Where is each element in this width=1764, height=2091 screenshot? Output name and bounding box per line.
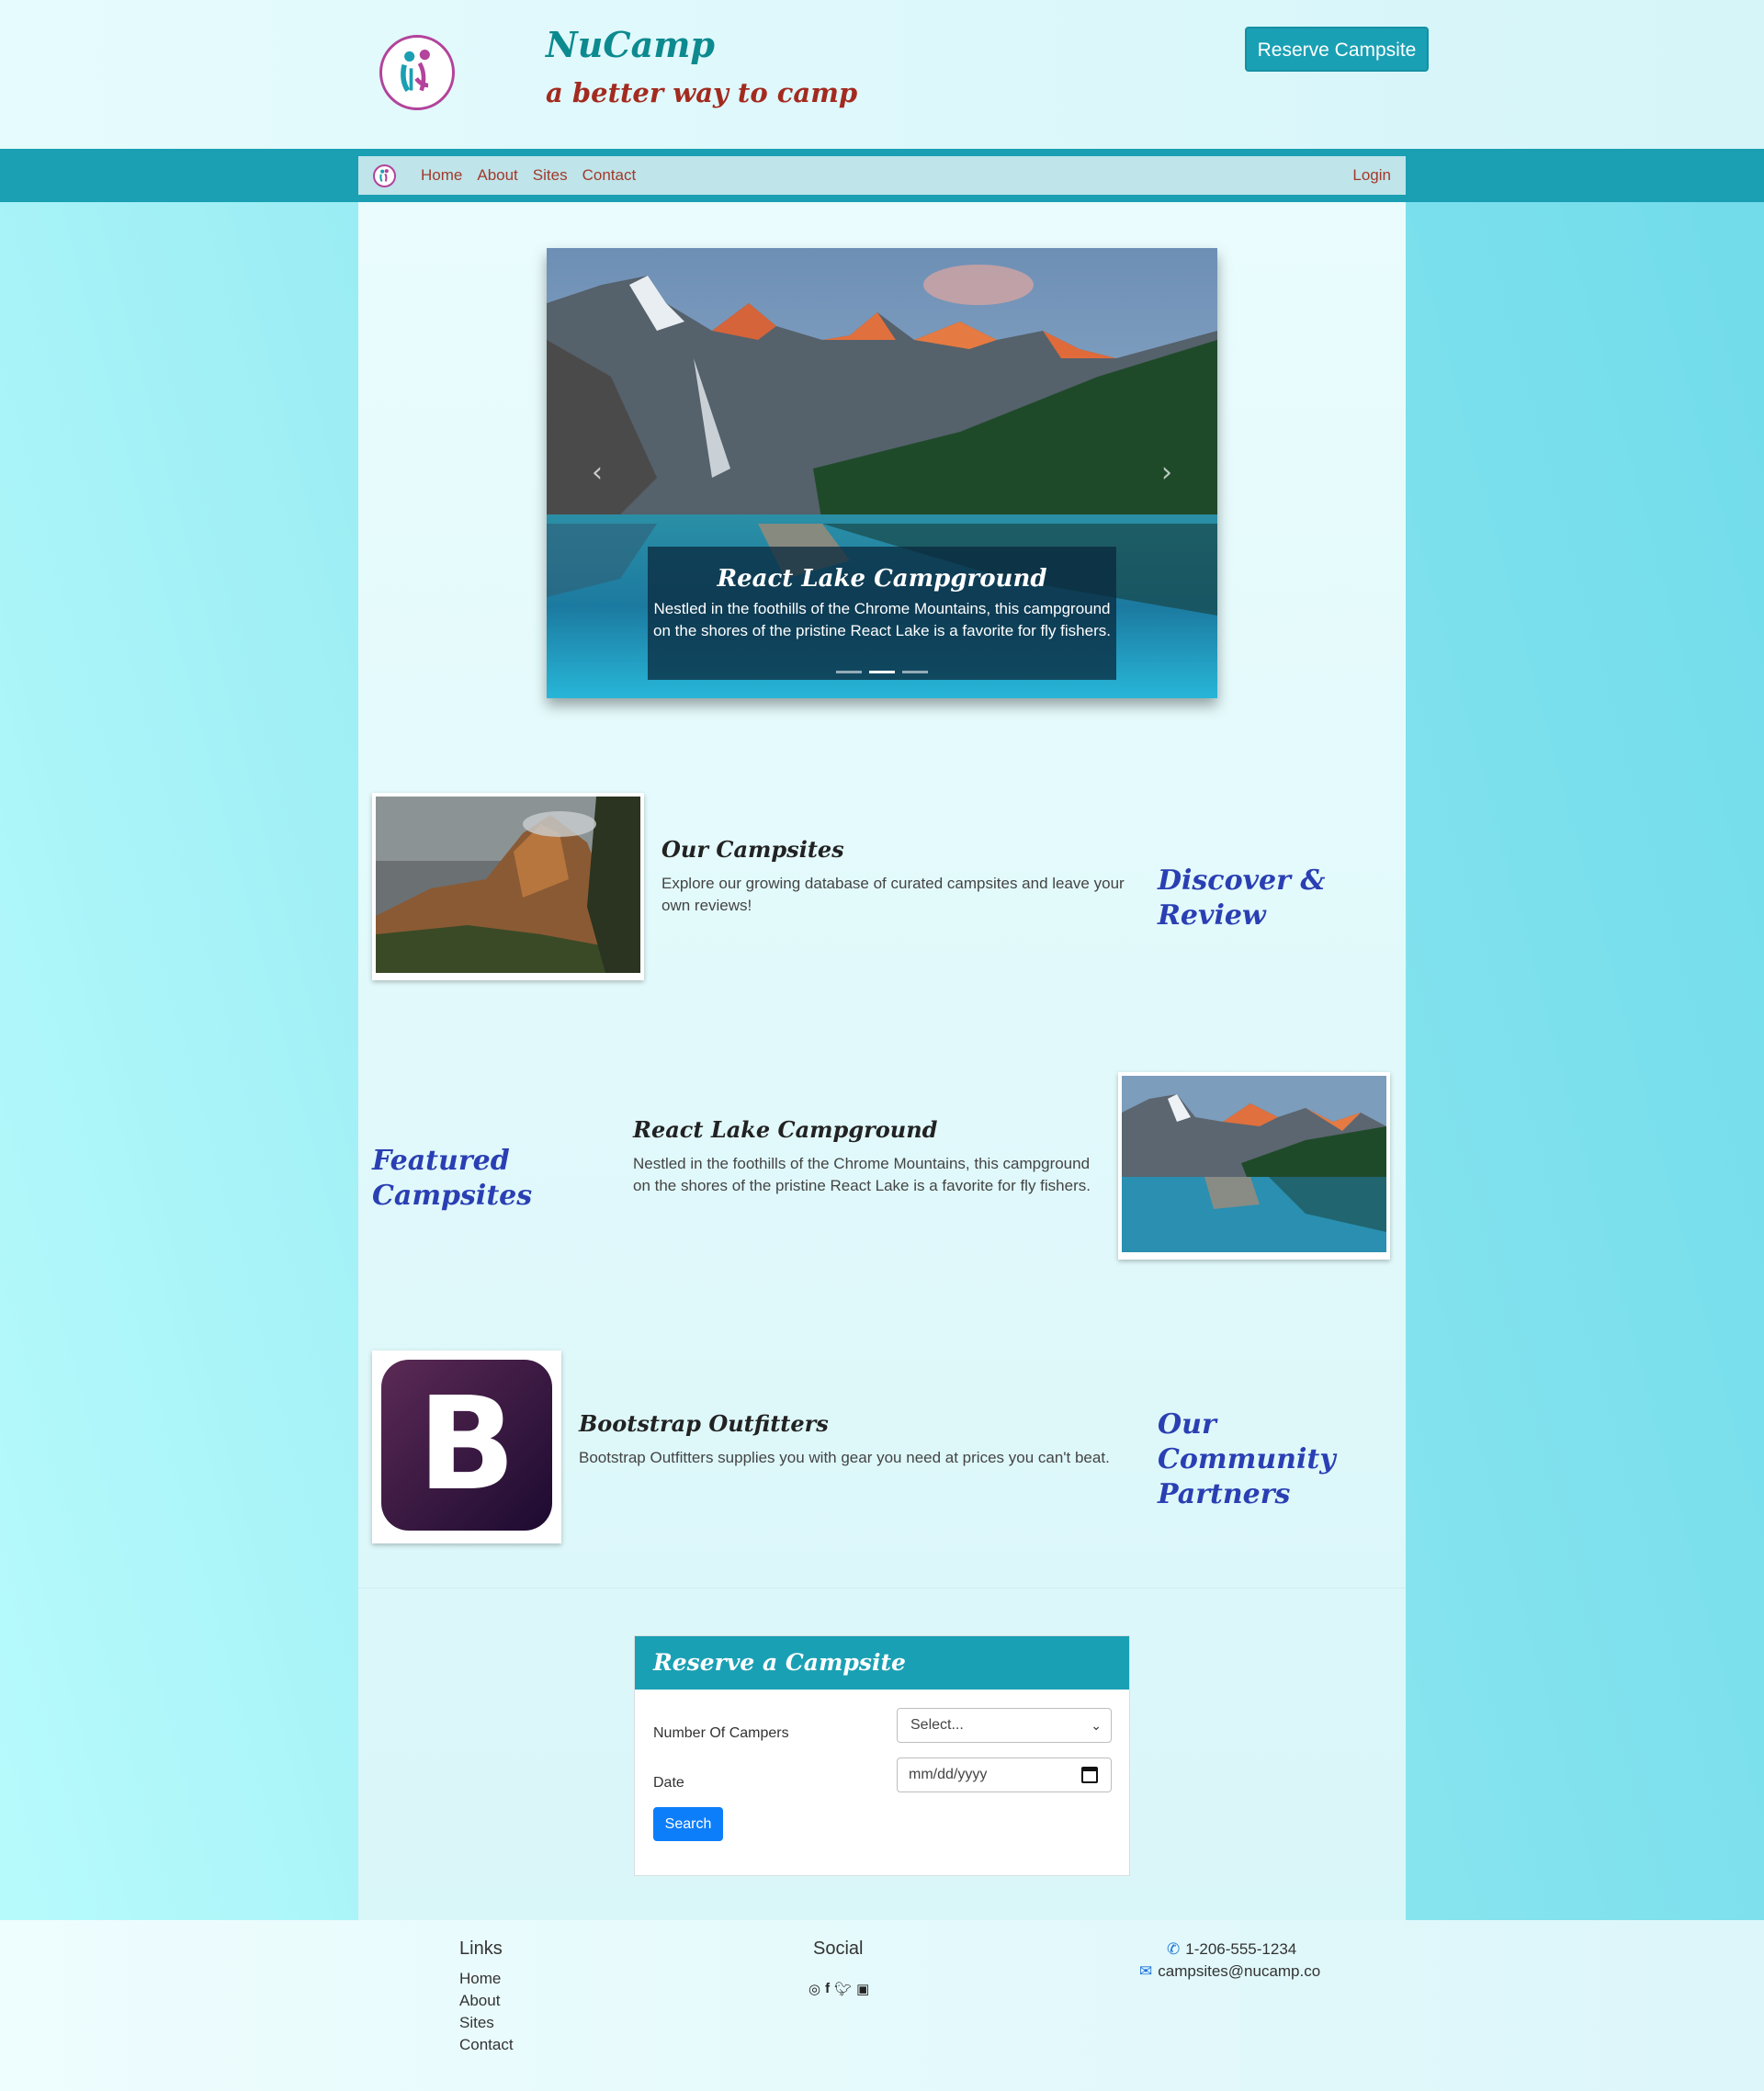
nav-about-link[interactable]: About bbox=[477, 156, 517, 195]
bootstrap-logo: B bbox=[381, 1360, 552, 1531]
brand-tagline: a better way to camp bbox=[546, 77, 858, 108]
footer-contact-link[interactable]: Contact bbox=[459, 2036, 514, 2054]
twitter-icon[interactable]: 🐦︎ bbox=[834, 1981, 852, 1997]
footer-phone[interactable]: ✆ 1-206-555-1234 bbox=[1167, 1940, 1296, 1959]
discover-review-heading: Discover & Review bbox=[1158, 865, 1326, 932]
featured-campsite-text: Nestled in the foothills of the Chrome M… bbox=[633, 1155, 1091, 1194]
email-address: campsites@nucamp.co bbox=[1158, 1962, 1321, 1980]
featured-campsites-heading: Featured Campsites bbox=[372, 1145, 533, 1212]
search-button[interactable]: Search bbox=[653, 1807, 723, 1841]
nav-logo[interactable] bbox=[373, 164, 396, 187]
instagram-icon[interactable]: ◎ bbox=[808, 1981, 820, 1997]
envelope-icon: ✉ bbox=[1139, 1962, 1153, 1980]
youtube-icon[interactable]: ▣ bbox=[856, 1981, 869, 1997]
campsites-thumbnail[interactable] bbox=[372, 793, 644, 980]
partner-text: Bootstrap Outfitters supplies you with g… bbox=[579, 1449, 1110, 1466]
nav-sites-link[interactable]: Sites bbox=[533, 156, 568, 195]
phone-number: 1-206-555-1234 bbox=[1185, 1940, 1297, 1958]
canyon-image bbox=[376, 797, 640, 973]
react-lake-image bbox=[1122, 1076, 1386, 1252]
carousel-prev-icon[interactable]: ‹ bbox=[583, 455, 611, 492]
footer-sites-link[interactable]: Sites bbox=[459, 2014, 494, 2032]
login-link[interactable]: Login bbox=[1352, 156, 1391, 195]
carousel-indicator-2[interactable] bbox=[869, 671, 895, 673]
carousel-caption: React Lake Campground Nestled in the foo… bbox=[648, 547, 1116, 680]
campers-label: Number Of Campers bbox=[653, 1725, 789, 1741]
social-icons: ◎ f 🐦︎ ▣ bbox=[808, 1981, 869, 1997]
carousel-caption-title: React Lake Campground bbox=[717, 565, 1047, 593]
carousel-indicators bbox=[648, 671, 1116, 673]
footer-home-link[interactable]: Home bbox=[459, 1970, 501, 1988]
community-partners-heading: Our Community Partners bbox=[1158, 1408, 1336, 1510]
nav-contact-link[interactable]: Contact bbox=[582, 156, 637, 195]
carousel-caption-text: Nestled in the foothills of the Chrome M… bbox=[653, 600, 1111, 639]
facebook-icon[interactable]: f bbox=[825, 1981, 830, 1997]
bootstrap-logo-letter: B bbox=[418, 1370, 516, 1520]
featured-campsite-thumbnail[interactable] bbox=[1118, 1072, 1390, 1260]
footer-links-heading: Links bbox=[459, 1938, 503, 1959]
partner-thumbnail[interactable]: B bbox=[372, 1351, 561, 1543]
hero-carousel: ‹ › React Lake Campground Nestled in the… bbox=[547, 248, 1217, 698]
campers-select[interactable]: Select... ⌄ bbox=[897, 1708, 1112, 1743]
nav-links: Home About Sites Contact bbox=[421, 156, 650, 195]
date-input[interactable]: mm/dd/yyyy bbox=[897, 1758, 1112, 1792]
reserve-form-card: Reserve a Campsite Number Of Campers Sel… bbox=[634, 1635, 1130, 1876]
chevron-down-icon: ⌄ bbox=[1091, 1718, 1102, 1733]
nucamp-logo[interactable] bbox=[379, 35, 455, 110]
brand-title: NuCamp bbox=[546, 24, 716, 65]
nav-home-link[interactable]: Home bbox=[421, 156, 462, 195]
calendar-icon[interactable] bbox=[1081, 1767, 1098, 1783]
carousel-indicator-1[interactable] bbox=[836, 671, 862, 673]
partner-title: Bootstrap Outfitters bbox=[579, 1410, 829, 1437]
phone-icon: ✆ bbox=[1167, 1940, 1181, 1958]
carousel-next-icon[interactable]: › bbox=[1153, 455, 1181, 492]
navbar: Home About Sites Contact Login bbox=[358, 156, 1406, 195]
date-placeholder: mm/dd/yyyy bbox=[909, 1767, 988, 1782]
campsites-title: Our Campsites bbox=[662, 836, 844, 863]
campers-select-value: Select... bbox=[910, 1717, 964, 1733]
carousel-indicator-3[interactable] bbox=[902, 671, 928, 673]
footer-email[interactable]: ✉ campsites@nucamp.co bbox=[1139, 1962, 1320, 1981]
reserve-campsite-button[interactable]: Reserve Campsite bbox=[1245, 27, 1429, 72]
date-label: Date bbox=[653, 1775, 684, 1791]
featured-campsite-title: React Lake Campground bbox=[633, 1116, 938, 1143]
site-header: NuCamp a better way to camp Reserve Camp… bbox=[0, 0, 1764, 149]
main-content: ‹ › React Lake Campground Nestled in the… bbox=[358, 202, 1406, 1920]
footer-social-heading: Social bbox=[813, 1938, 864, 1959]
site-footer: Links Home About Sites Contact Social ◎ … bbox=[0, 1920, 1764, 2091]
campsites-text: Explore our growing database of curated … bbox=[662, 875, 1125, 914]
footer-about-link[interactable]: About bbox=[459, 1992, 500, 2010]
reserve-form-title: Reserve a Campsite bbox=[635, 1636, 1129, 1690]
